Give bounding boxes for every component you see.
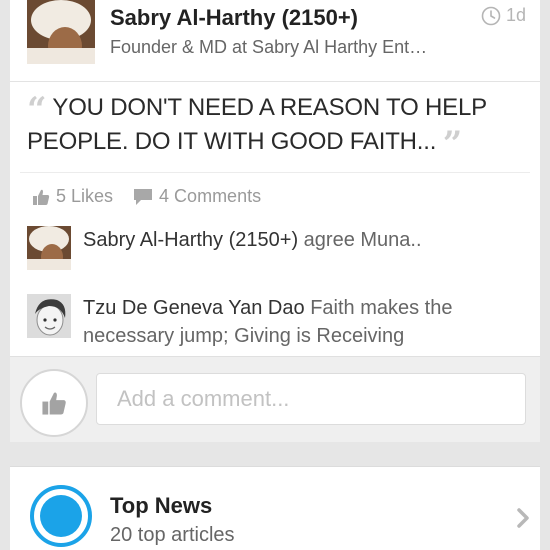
- author-title: Founder & MD at Sabry Al Harthy Ent…: [110, 37, 428, 57]
- top-news-card[interactable]: Top News 20 top articles: [10, 466, 540, 550]
- post-card: Sabry Al-Harthy (2150+) Founder & MD at …: [10, 0, 540, 442]
- comments-count[interactable]: 4 Comments: [133, 186, 261, 207]
- comments-label: 4 Comments: [159, 186, 262, 206]
- quote-text: YOU DON'T NEED A REASON TO HELP PEOPLE. …: [27, 94, 487, 155]
- add-comment-input[interactable]: [96, 373, 526, 425]
- clock-icon: [481, 6, 501, 25]
- commenter-avatar[interactable]: [27, 226, 71, 270]
- commenter-avatar[interactable]: [27, 294, 71, 338]
- comment-author[interactable]: Sabry Al-Harthy (2150+): [83, 229, 298, 251]
- top-news-logo-icon: [30, 485, 92, 547]
- comment-body: Sabry Al-Harthy (2150+) agree Muna..: [83, 226, 422, 270]
- likes-count[interactable]: 5 Likes: [32, 186, 113, 207]
- comment-composer: [10, 356, 540, 442]
- divider: [20, 172, 530, 173]
- open-quote-icon: “: [27, 90, 47, 130]
- comment-author[interactable]: Tzu De Geneva Yan Dao: [83, 297, 305, 319]
- post-time: 1d: [481, 5, 526, 26]
- thumbs-up-icon: [33, 189, 50, 205]
- comment-item: Sabry Al-Harthy (2150+) agree Muna..: [27, 226, 422, 270]
- author-avatar[interactable]: [27, 0, 95, 64]
- comment-body: Tzu De Geneva Yan Dao Faith makes the ne…: [83, 294, 527, 350]
- time-label: 1d: [505, 5, 526, 25]
- author-name[interactable]: Sabry Al-Harthy (2150+): [110, 5, 358, 31]
- close-quote-icon: ”: [442, 124, 463, 164]
- speech-bubble-icon: [134, 188, 153, 205]
- top-news-subtitle: 20 top articles: [110, 524, 235, 546]
- likes-label: 5 Likes: [56, 186, 114, 206]
- post-header: Sabry Al-Harthy (2150+) Founder & MD at …: [10, 0, 540, 82]
- post-stats: 5 Likes 4 Comments: [32, 186, 281, 207]
- top-news-title: Top News: [110, 493, 213, 518]
- like-button[interactable]: [20, 369, 88, 437]
- chevron-right-icon[interactable]: [516, 507, 530, 534]
- thumbs-up-icon: [42, 392, 66, 415]
- post-quote: “ YOU DON'T NEED A REASON TO HELP PEOPLE…: [27, 90, 527, 161]
- comment-item: Tzu De Geneva Yan Dao Faith makes the ne…: [27, 294, 527, 350]
- comment-text: agree Muna..: [303, 229, 422, 251]
